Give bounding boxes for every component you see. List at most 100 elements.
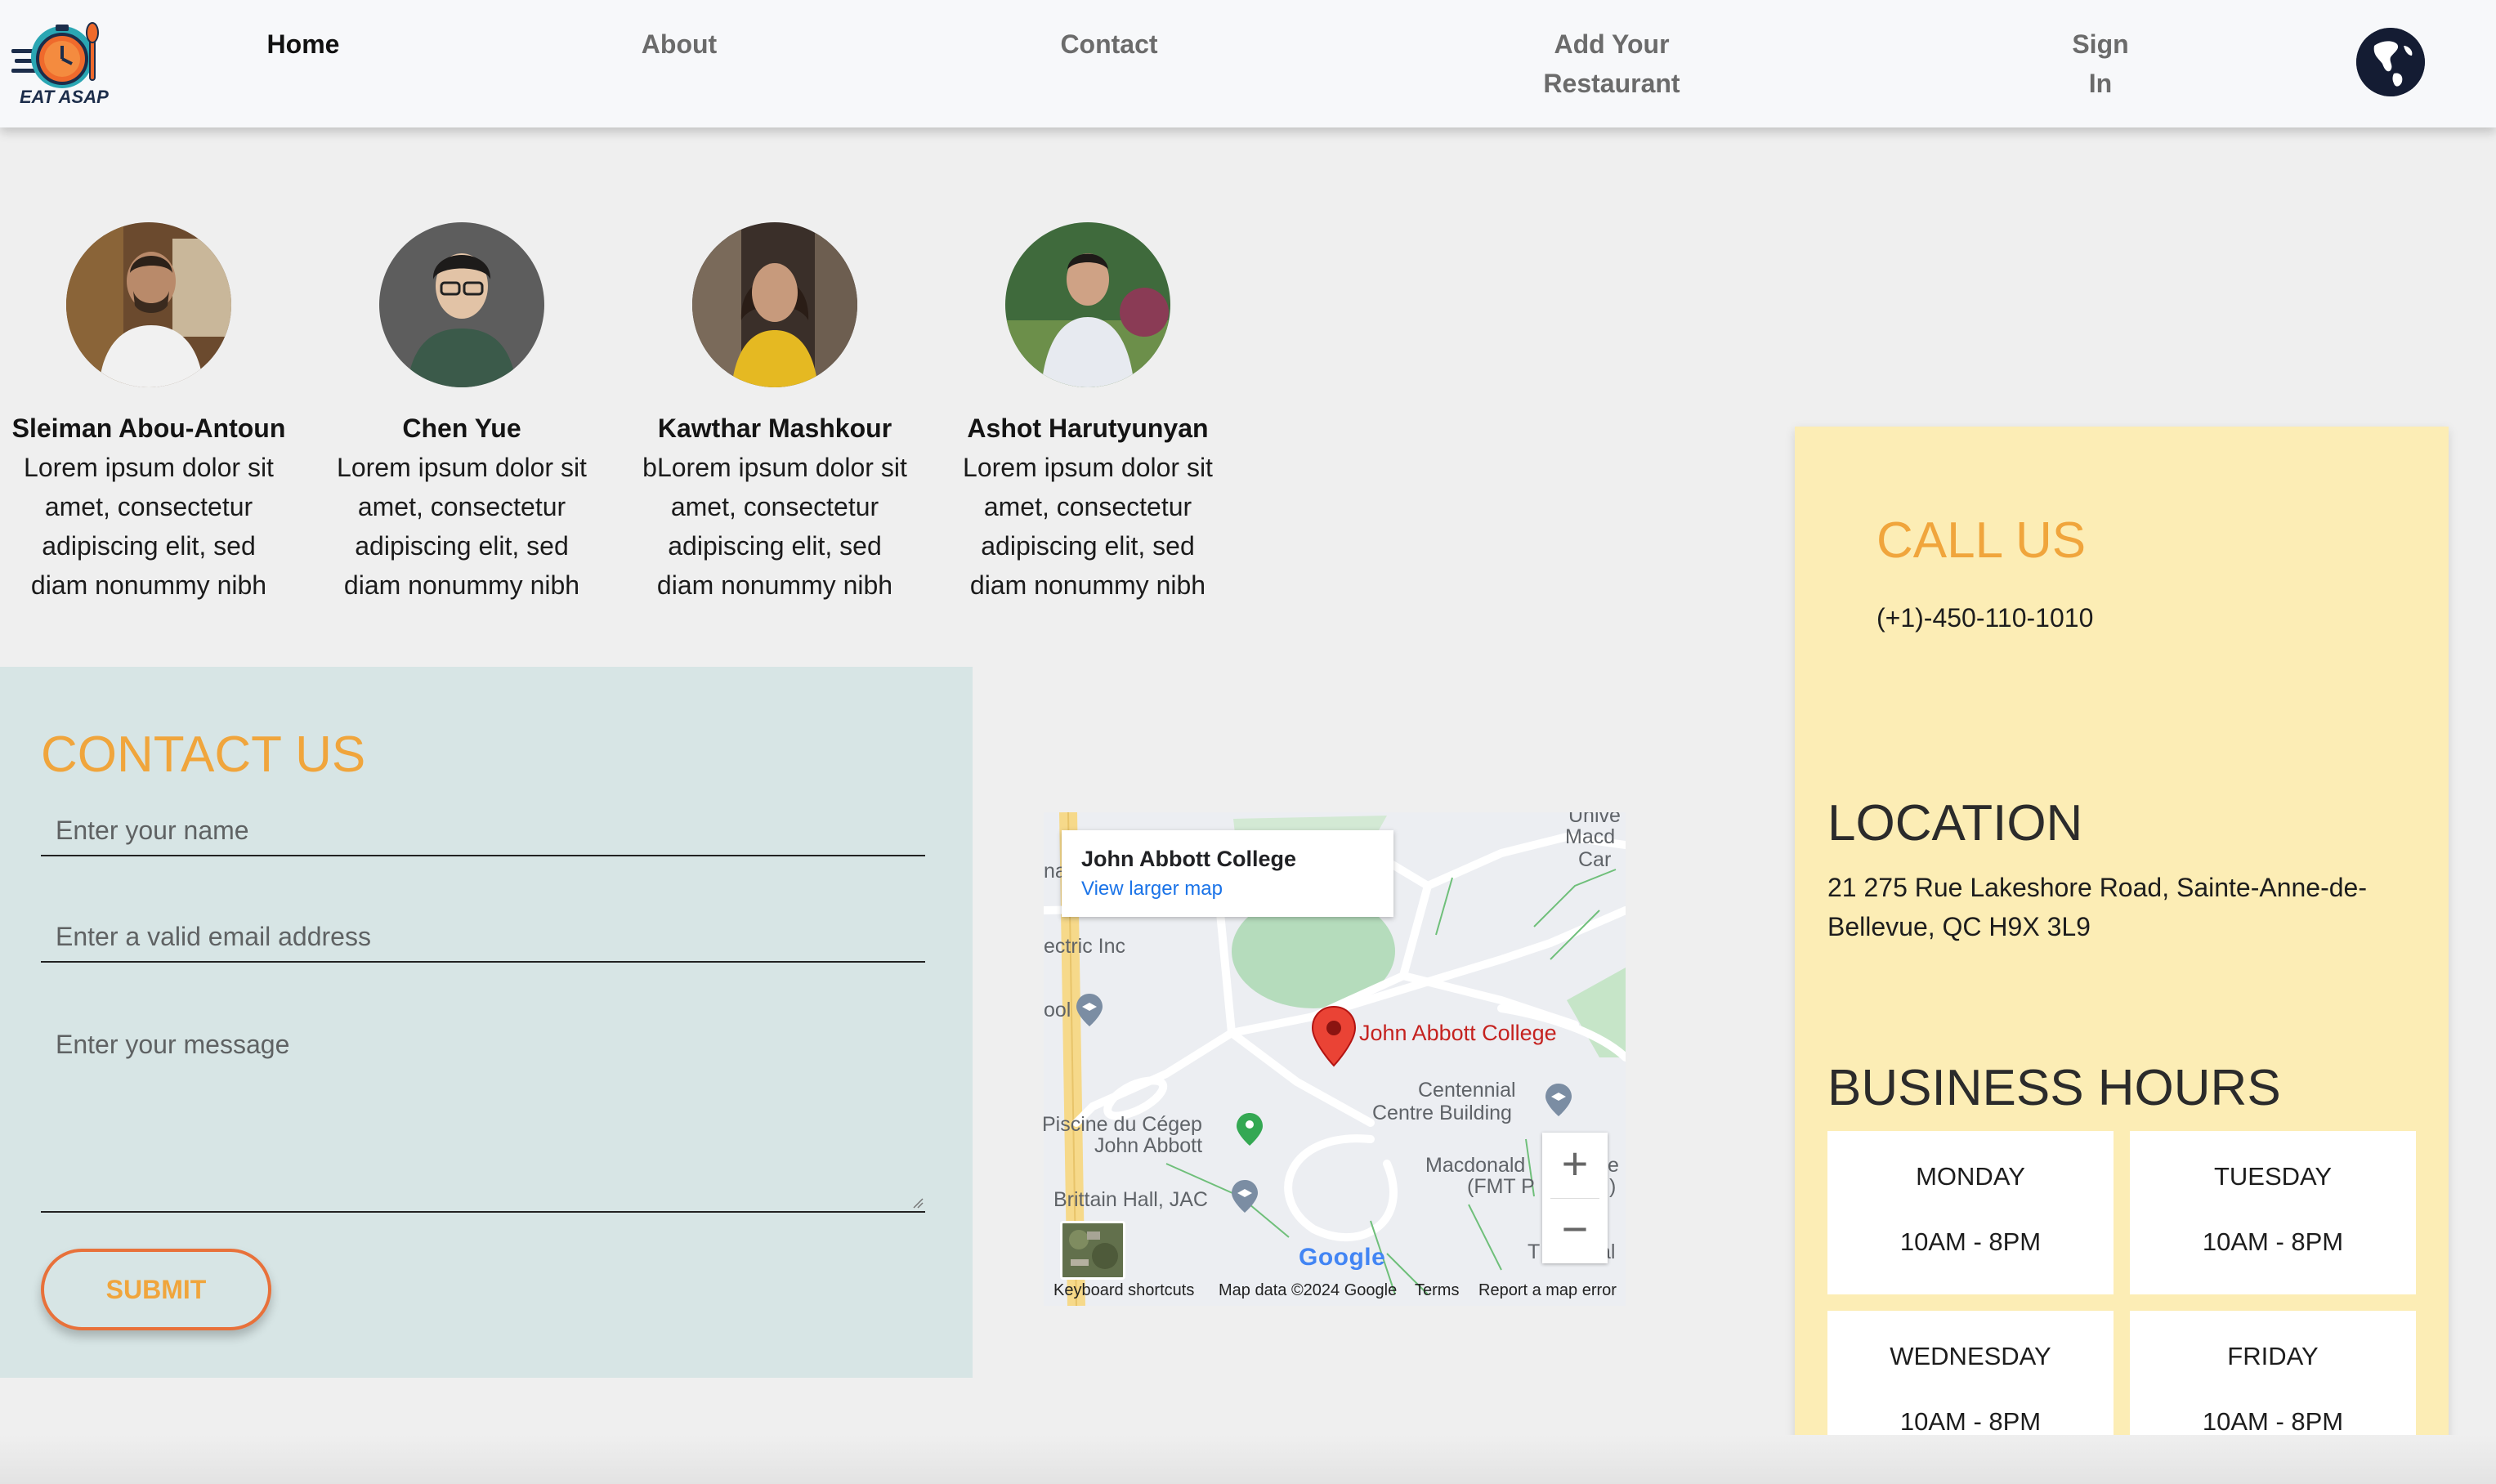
nav-sign-in-line1: Sign: [2072, 29, 2129, 59]
nav-add-restaurant-link[interactable]: Add Your Restaurant: [1505, 25, 1718, 103]
business-hours-title: BUSINESS HOURS: [1827, 1060, 2281, 1116]
bio-line: amet, consectetur: [357, 492, 566, 521]
info-panel: CALL US (+1)-450-110-1010 LOCATION 21 27…: [1795, 427, 2449, 1484]
nav-contact-link[interactable]: Contact: [1048, 25, 1170, 64]
hours-card-tuesday: TUESDAY 10AM - 8PM: [2130, 1131, 2416, 1294]
marker-label: John Abbott College: [1359, 1021, 1557, 1045]
zoom-out-button[interactable]: −: [1542, 1198, 1608, 1263]
map-label: Centre Building: [1372, 1102, 1512, 1124]
navbar: EAT ASAP Home About Contact Add Your Res…: [0, 0, 2496, 127]
hours-day: MONDAY: [1916, 1162, 2025, 1191]
nav-about-link[interactable]: About: [618, 25, 740, 64]
phone-number[interactable]: (+1)-450-110-1010: [1876, 603, 2093, 633]
email-input[interactable]: Enter a valid email address: [41, 910, 925, 963]
member-bio: bLorem ipsum dolor sit amet, consectetur…: [624, 448, 926, 605]
bio-line: Lorem ipsum dolor sit: [24, 453, 274, 482]
pool-pin-icon[interactable]: [1235, 1111, 1264, 1147]
map-label: T: [1528, 1240, 1541, 1263]
address: 21 275 Rue Lakeshore Road, Sainte-Anne-d…: [1827, 868, 2416, 946]
hours-day: FRIDAY: [2227, 1342, 2319, 1370]
avatar: [1005, 222, 1170, 387]
map-label: John Abbott: [1094, 1134, 1203, 1157]
nav-sign-in-line2: In: [2088, 69, 2113, 98]
map-label: ectric Inc: [1044, 935, 1126, 958]
team-member-card: Ashot Harutyunyan Lorem ipsum dolor sit …: [937, 222, 1239, 605]
bio-line: Lorem ipsum dolor sit: [337, 453, 587, 482]
member-bio: Lorem ipsum dolor sit amet, consectetur …: [311, 448, 613, 605]
hours-day: WEDNESDAY: [1890, 1342, 2051, 1370]
hours-time: 10AM - 8PM: [2202, 1227, 2344, 1256]
view-larger-map-link[interactable]: View larger map: [1081, 878, 1223, 901]
avatar: [66, 222, 231, 387]
map-label: Macdonald: [1425, 1154, 1526, 1177]
location-title: LOCATION: [1827, 795, 2083, 852]
bio-line: diam nonummy nibh: [343, 570, 580, 600]
member-bio: Lorem ipsum dolor sit amet, consectetur …: [937, 448, 1239, 605]
terms-link[interactable]: Terms: [1415, 1281, 1459, 1300]
map-label: Piscine du Cégep: [1044, 1113, 1202, 1136]
team-member-card: Sleiman Abou-Antoun Lorem ipsum dolor si…: [0, 222, 300, 605]
hours-time: 10AM - 8PM: [1899, 1227, 2042, 1256]
avatar: [692, 222, 857, 387]
resize-handle-icon[interactable]: [912, 1197, 924, 1209]
email-placeholder: Enter a valid email address: [56, 922, 371, 951]
name-placeholder: Enter your name: [56, 816, 249, 845]
place-card: John Abbott College View larger map: [1062, 830, 1393, 917]
member-bio: Lorem ipsum dolor sit amet, consectetur …: [0, 448, 300, 605]
team-member-card: Kawthar Mashkour bLorem ipsum dolor sit …: [624, 222, 926, 605]
map-label: ): [1609, 1175, 1617, 1198]
satellite-toggle[interactable]: [1060, 1221, 1125, 1280]
nav-sign-in-link[interactable]: Sign In: [2060, 25, 2141, 103]
contact-form: CONTACT US Enter your name Enter a valid…: [0, 667, 973, 1378]
hours-day: TUESDAY: [2213, 1162, 2333, 1191]
report-map-error-link[interactable]: Report a map error: [1478, 1281, 1617, 1300]
nav-add-restaurant-line2: Restaurant: [1543, 69, 1680, 98]
map-label: Car: [1578, 848, 1612, 871]
nav-home-link[interactable]: Home: [242, 25, 365, 64]
member-name: Ashot Harutyunyan: [967, 413, 1209, 443]
submit-button[interactable]: SUBMIT: [41, 1249, 271, 1330]
globe-icon[interactable]: [2356, 28, 2425, 96]
bio-line: amet, consectetur: [983, 492, 1192, 521]
bio-line: adipiscing elit, sed: [668, 531, 882, 561]
avatar: [379, 222, 544, 387]
hours-card-monday: MONDAY 10AM - 8PM: [1827, 1131, 2114, 1294]
bio-line: adipiscing elit, sed: [42, 531, 256, 561]
name-input[interactable]: Enter your name: [41, 804, 925, 856]
school-pin-icon[interactable]: [1544, 1082, 1573, 1118]
zoom-controls: + −: [1542, 1133, 1608, 1263]
zoom-in-button[interactable]: +: [1542, 1133, 1608, 1198]
member-name: Sleiman Abou-Antoun: [11, 413, 286, 443]
eat-asap-logo[interactable]: EAT ASAP: [11, 18, 113, 108]
member-name: Chen Yue: [402, 413, 521, 443]
bio-line: amet, consectetur: [670, 492, 879, 521]
hours-time: 10AM - 8PM: [2202, 1407, 2344, 1436]
map-label: Brittain Hall, JAC: [1053, 1188, 1208, 1211]
logo-text: EAT ASAP: [20, 87, 109, 107]
nav-add-restaurant-line1: Add Your: [1554, 29, 1670, 59]
school-pin-icon[interactable]: [1230, 1178, 1259, 1214]
bio-line: diam nonummy nibh: [30, 570, 267, 600]
location-marker-icon[interactable]: [1310, 1005, 1358, 1067]
map-label: (FMT P: [1467, 1175, 1535, 1198]
google-map[interactable]: Unive Macd Car na ectric Inc ool Piscine…: [1044, 812, 1626, 1306]
place-name: John Abbott College: [1081, 847, 1296, 871]
bio-line: bLorem ipsum dolor sit: [642, 453, 907, 482]
message-placeholder: Enter your message: [56, 1030, 290, 1059]
bio-line: Lorem ipsum dolor sit: [963, 453, 1213, 482]
hours-time: 10AM - 8PM: [1899, 1407, 2042, 1436]
map-label: e: [1608, 1154, 1619, 1177]
address-line: Bellevue, QC H9X 3L9: [1827, 912, 2091, 941]
message-textarea[interactable]: Enter your message: [41, 1017, 925, 1213]
keyboard-shortcuts-link[interactable]: Keyboard shortcuts: [1053, 1281, 1194, 1300]
school-pin-icon[interactable]: [1075, 992, 1104, 1028]
bio-line: diam nonummy nibh: [969, 570, 1206, 600]
map-footer: Keyboard shortcuts Map data ©2024 Google…: [1044, 1278, 1626, 1306]
footer-shadow: [0, 1435, 2496, 1484]
team-member-card: Chen Yue Lorem ipsum dolor sit amet, con…: [311, 222, 613, 605]
bio-line: adipiscing elit, sed: [981, 531, 1195, 561]
bio-line: adipiscing elit, sed: [355, 531, 569, 561]
contact-title: CONTACT US: [41, 726, 366, 783]
google-logo: Google: [1299, 1244, 1385, 1272]
member-name: Kawthar Mashkour: [657, 413, 892, 443]
